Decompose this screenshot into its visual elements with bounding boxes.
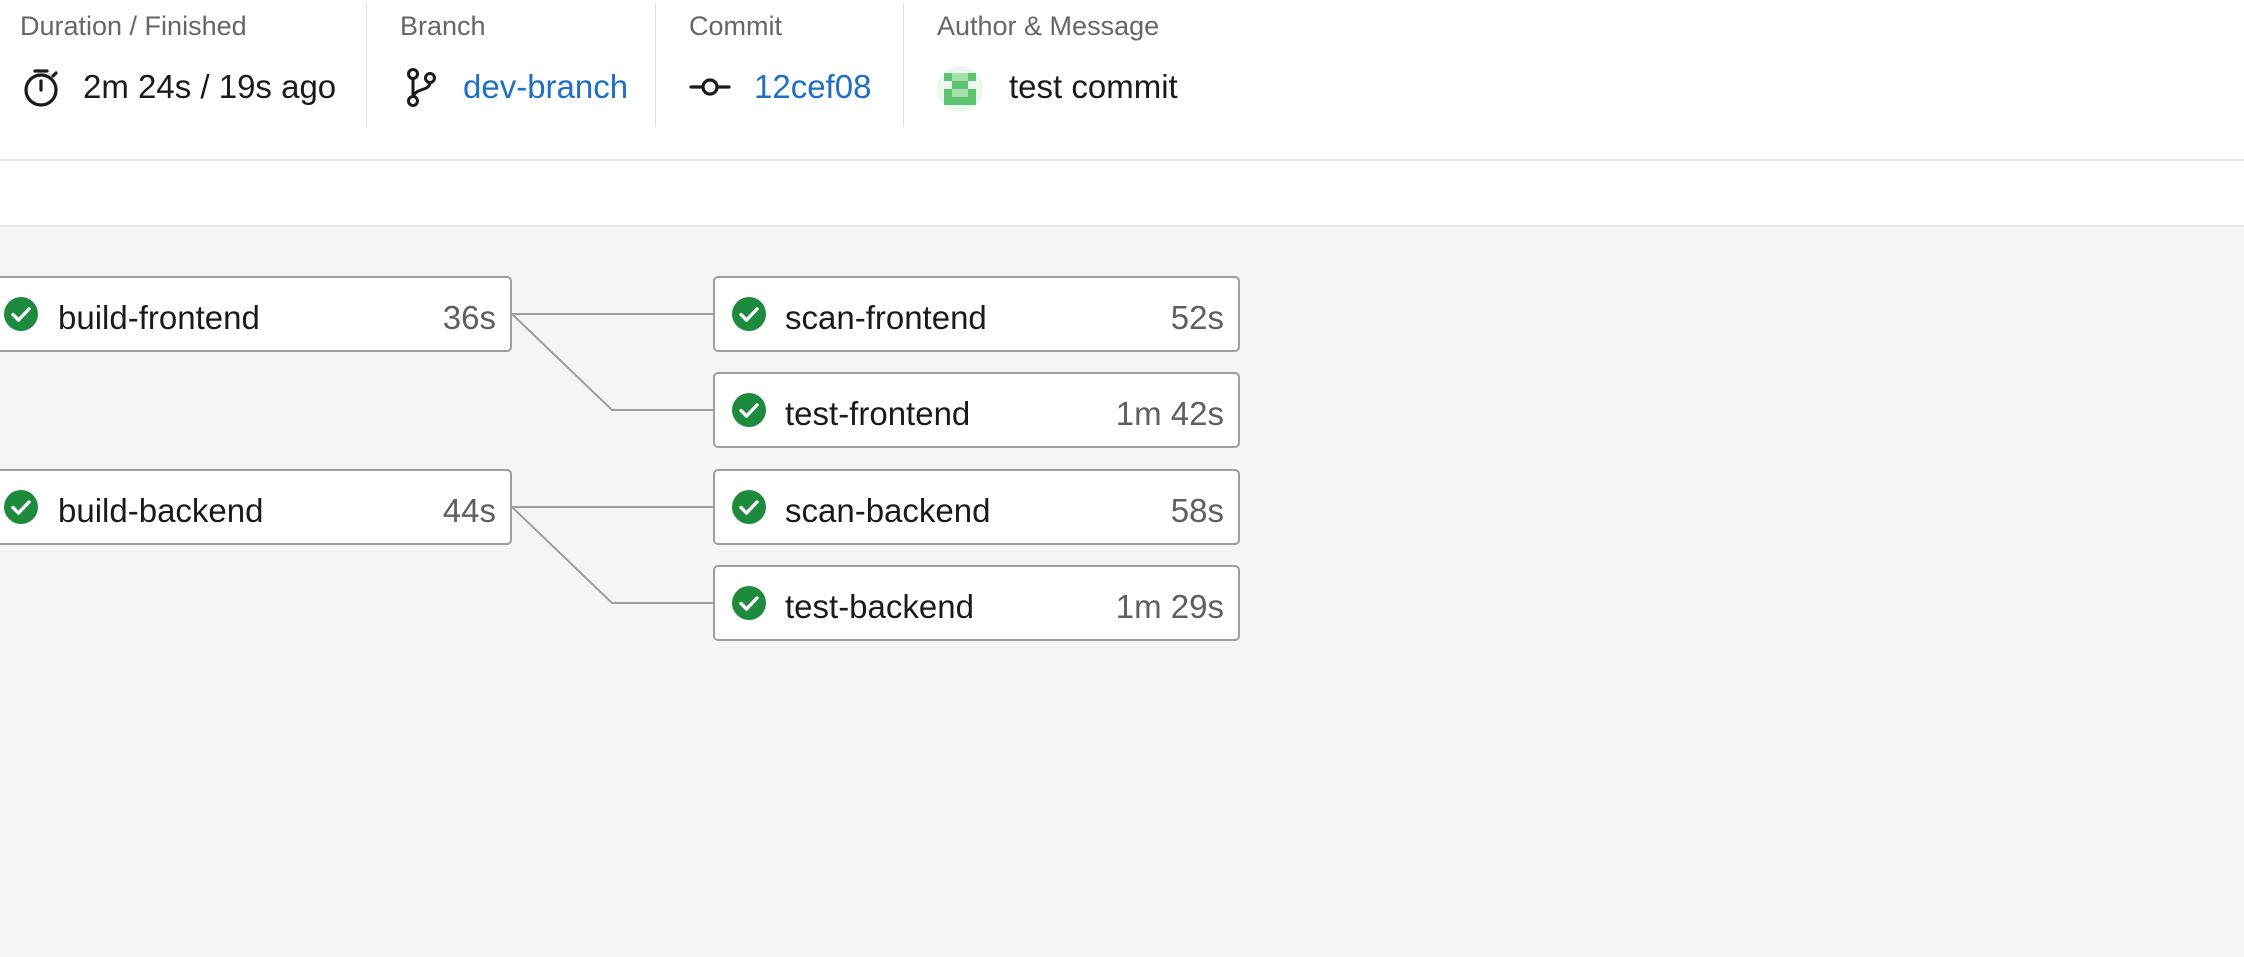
job-build-frontend[interactable]: build-frontend 36s xyxy=(0,276,512,352)
job-name: build-frontend xyxy=(58,299,260,336)
job-build-backend[interactable]: build-backend 44s xyxy=(0,469,512,545)
branch-icon xyxy=(407,68,436,107)
commit-section: Commit 12cef08 xyxy=(689,0,909,126)
job-name: scan-backend xyxy=(785,492,991,529)
branch-label: Branch xyxy=(400,11,486,41)
job-test-frontend[interactable]: test-frontend 1m 42s xyxy=(713,372,1240,448)
success-check-icon xyxy=(4,490,38,524)
commit-icon xyxy=(689,78,731,96)
author-label: Author & Message xyxy=(937,11,1160,41)
job-name: build-backend xyxy=(58,492,264,529)
commit-sha-link[interactable]: 12cef08 xyxy=(754,68,871,106)
commit-label: Commit xyxy=(689,11,782,41)
job-duration: 58s xyxy=(1170,492,1224,529)
pipeline-header: Duration / Finished 2m 24s / 19s ago Bra… xyxy=(0,0,2244,161)
branch-link[interactable]: dev-branch xyxy=(463,68,628,106)
duration-section: Duration / Finished 2m 24s / 19s ago xyxy=(20,0,360,126)
header-divider xyxy=(655,3,656,127)
job-name: test-backend xyxy=(785,588,974,625)
avatar-identicon[interactable] xyxy=(937,66,983,112)
header-divider xyxy=(903,3,904,127)
job-name: scan-frontend xyxy=(785,299,987,336)
job-test-backend[interactable]: test-backend 1m 29s xyxy=(713,565,1240,641)
success-check-icon xyxy=(4,297,38,331)
pipeline-graph: build-frontend 36s build-backend 44s sca… xyxy=(0,227,2244,957)
edge-build-frontend-test-frontend xyxy=(511,313,713,411)
job-duration: 1m 29s xyxy=(1115,588,1224,625)
header-divider xyxy=(366,3,367,127)
commit-message: test commit xyxy=(1009,68,1178,105)
success-check-icon xyxy=(732,490,766,524)
job-scan-frontend[interactable]: scan-frontend 52s xyxy=(713,276,1240,352)
author-section: Author & Message test commit xyxy=(937,0,1237,126)
job-name: test-frontend xyxy=(785,395,971,432)
stopwatch-icon xyxy=(24,69,58,107)
edge-build-backend-test-backend xyxy=(511,506,713,604)
job-duration: 1m 42s xyxy=(1115,395,1224,432)
success-check-icon xyxy=(732,586,766,620)
pipeline-toolbar xyxy=(0,161,2244,227)
job-duration: 52s xyxy=(1170,299,1224,336)
job-scan-backend[interactable]: scan-backend 58s xyxy=(713,469,1240,545)
success-check-icon xyxy=(732,393,766,427)
branch-section: Branch dev-branch xyxy=(400,0,660,126)
job-duration: 36s xyxy=(442,299,496,336)
duration-label: Duration / Finished xyxy=(20,11,247,41)
duration-value: 2m 24s / 19s ago xyxy=(83,68,337,105)
success-check-icon xyxy=(732,297,766,331)
job-duration: 44s xyxy=(442,492,496,529)
